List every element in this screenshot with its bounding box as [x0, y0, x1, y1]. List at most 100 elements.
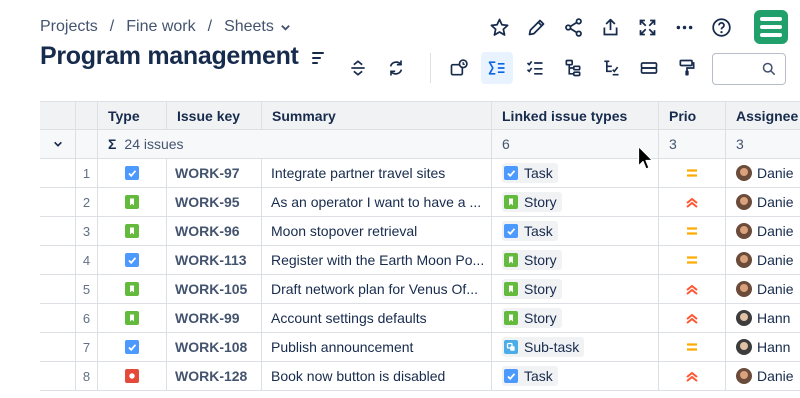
- table-row[interactable]: 4 WORK-113 Register with the Earth Moon Po…: [40, 246, 800, 275]
- breadcrumb-separator: /: [109, 18, 115, 35]
- summary-cell[interactable]: Register with the Earth Moon Po...: [262, 246, 492, 274]
- priority-cell[interactable]: [659, 159, 726, 187]
- row-drag-gutter[interactable]: [40, 159, 76, 187]
- more-icon[interactable]: [671, 10, 697, 44]
- share-icon[interactable]: [560, 10, 586, 44]
- paint-roller-icon[interactable]: [671, 52, 703, 84]
- assignee-cell[interactable]: Hann: [726, 304, 800, 332]
- row-height-icon[interactable]: [342, 52, 374, 84]
- row-drag-gutter[interactable]: [40, 188, 76, 216]
- row-drag-gutter[interactable]: [40, 217, 76, 245]
- row-drag-gutter[interactable]: [40, 275, 76, 303]
- issue-key-cell[interactable]: WORK-99: [167, 304, 262, 332]
- row-drag-gutter[interactable]: [40, 304, 76, 332]
- row-drag-gutter[interactable]: [40, 362, 76, 390]
- issue-key-cell[interactable]: WORK-108: [167, 333, 262, 361]
- group-icon[interactable]: [633, 52, 665, 84]
- linked-issue-type-cell[interactable]: Story: [492, 304, 659, 332]
- search-input[interactable]: [712, 53, 786, 85]
- linked-type-label: Story: [524, 281, 557, 297]
- issue-type-cell[interactable]: [98, 188, 167, 216]
- row-drag-gutter[interactable]: [40, 246, 76, 274]
- assignee-cell[interactable]: Danie: [726, 275, 800, 303]
- breadcrumb-projects[interactable]: Projects: [40, 18, 98, 36]
- sum-icon[interactable]: [481, 52, 513, 84]
- issue-type-cell[interactable]: [98, 159, 167, 187]
- star-icon[interactable]: [486, 10, 512, 44]
- page-title: Program management: [40, 42, 299, 70]
- hierarchy-icon[interactable]: [557, 52, 589, 84]
- column-header-summary[interactable]: Summary: [262, 102, 492, 129]
- issue-key-cell[interactable]: WORK-128: [167, 362, 262, 390]
- issue-key-cell[interactable]: WORK-113: [167, 246, 262, 274]
- summary-cell[interactable]: Book now button is disabled: [262, 362, 492, 390]
- collapse-group-toggle[interactable]: [40, 130, 76, 158]
- summary-cell[interactable]: Draft network plan for Venus Of...: [262, 275, 492, 303]
- priority-cell[interactable]: [659, 362, 726, 390]
- issue-type-cell[interactable]: [98, 246, 167, 274]
- breadcrumb-sheets[interactable]: Sheets: [224, 18, 274, 36]
- summary-cell[interactable]: Moon stopover retrieval: [262, 217, 492, 245]
- linked-issue-type-cell[interactable]: Task: [492, 159, 659, 187]
- sigma-icon: Σ: [108, 136, 117, 152]
- fullscreen-icon[interactable]: [634, 10, 660, 44]
- filter-icon[interactable]: [595, 52, 627, 84]
- table-row[interactable]: 7 WORK-108 Publish announcement Sub-task Han…: [40, 333, 800, 362]
- column-header-type[interactable]: Type: [98, 102, 167, 129]
- pencil-icon[interactable]: [523, 10, 549, 44]
- issue-type-cell[interactable]: [98, 333, 167, 361]
- avatar: [736, 194, 752, 210]
- refresh-icon[interactable]: [380, 52, 412, 84]
- issue-type-cell[interactable]: [98, 362, 167, 390]
- help-icon[interactable]: [708, 10, 734, 44]
- issue-key-cell[interactable]: WORK-97: [167, 159, 262, 187]
- assignee-cell[interactable]: Danie: [726, 362, 800, 390]
- table-row[interactable]: 6 WORK-99 Account settings defaults Story Ha…: [40, 304, 800, 333]
- issue-key-cell[interactable]: WORK-96: [167, 217, 262, 245]
- column-header-assignee[interactable]: Assignee: [726, 102, 800, 129]
- export-icon[interactable]: [597, 10, 623, 44]
- app-logo[interactable]: [754, 10, 788, 44]
- issue-type-cell[interactable]: [98, 304, 167, 332]
- linked-issue-type-cell[interactable]: Story: [492, 188, 659, 216]
- priority-cell[interactable]: [659, 188, 726, 216]
- row-drag-gutter[interactable]: [40, 333, 76, 361]
- linked-issue-type-cell[interactable]: Story: [492, 246, 659, 274]
- assignee-cell[interactable]: Hann: [726, 333, 800, 361]
- table-row[interactable]: 8 WORK-128 Book now button is disabled Task…: [40, 362, 800, 391]
- assignee-cell[interactable]: Danie: [726, 159, 800, 187]
- issue-key-cell[interactable]: WORK-95: [167, 188, 262, 216]
- assignee-cell[interactable]: Danie: [726, 188, 800, 216]
- table-row[interactable]: 3 WORK-96 Moon stopover retrieval Task Danie: [40, 217, 800, 246]
- priority-cell[interactable]: [659, 304, 726, 332]
- priority-cell[interactable]: [659, 275, 726, 303]
- table-row[interactable]: 1 WORK-97 Integrate partner travel sites Ta…: [40, 159, 800, 188]
- summary-cell[interactable]: As an operator I want to have a ...: [262, 188, 492, 216]
- priority-cell[interactable]: [659, 217, 726, 245]
- row-number: 7: [76, 333, 98, 361]
- summary-cell[interactable]: Publish announcement: [262, 333, 492, 361]
- linked-issue-type-cell[interactable]: Story: [492, 275, 659, 303]
- table-row[interactable]: 5 WORK-105 Draft network plan for Venus Of…: [40, 275, 800, 304]
- summary-cell[interactable]: Integrate partner travel sites: [262, 159, 492, 187]
- issue-type-cell[interactable]: [98, 275, 167, 303]
- linked-issue-type-cell[interactable]: Sub-task: [492, 333, 659, 361]
- summary-cell[interactable]: Account settings defaults: [262, 304, 492, 332]
- column-header-issue-key[interactable]: Issue key: [167, 102, 262, 129]
- linked-issue-type-cell[interactable]: Task: [492, 362, 659, 390]
- breadcrumb-fine-work[interactable]: Fine work: [126, 18, 195, 36]
- priority-cell[interactable]: [659, 333, 726, 361]
- assignee-cell[interactable]: Danie: [726, 246, 800, 274]
- checklist-icon[interactable]: [519, 52, 551, 84]
- title-menu-icon[interactable]: [311, 49, 324, 67]
- table-row[interactable]: 2 WORK-95 As an operator I want to have a …: [40, 188, 800, 217]
- add-field-icon[interactable]: [443, 52, 475, 84]
- issue-type-cell[interactable]: [98, 217, 167, 245]
- linked-issue-type-cell[interactable]: Task: [492, 217, 659, 245]
- assignee-cell[interactable]: Danie: [726, 217, 800, 245]
- priority-cell[interactable]: [659, 246, 726, 274]
- column-header-priority[interactable]: Prio: [659, 102, 726, 129]
- column-header-linked-issue-types[interactable]: Linked issue types: [492, 102, 659, 129]
- issue-key-cell[interactable]: WORK-105: [167, 275, 262, 303]
- chevron-down-icon[interactable]: [280, 22, 291, 33]
